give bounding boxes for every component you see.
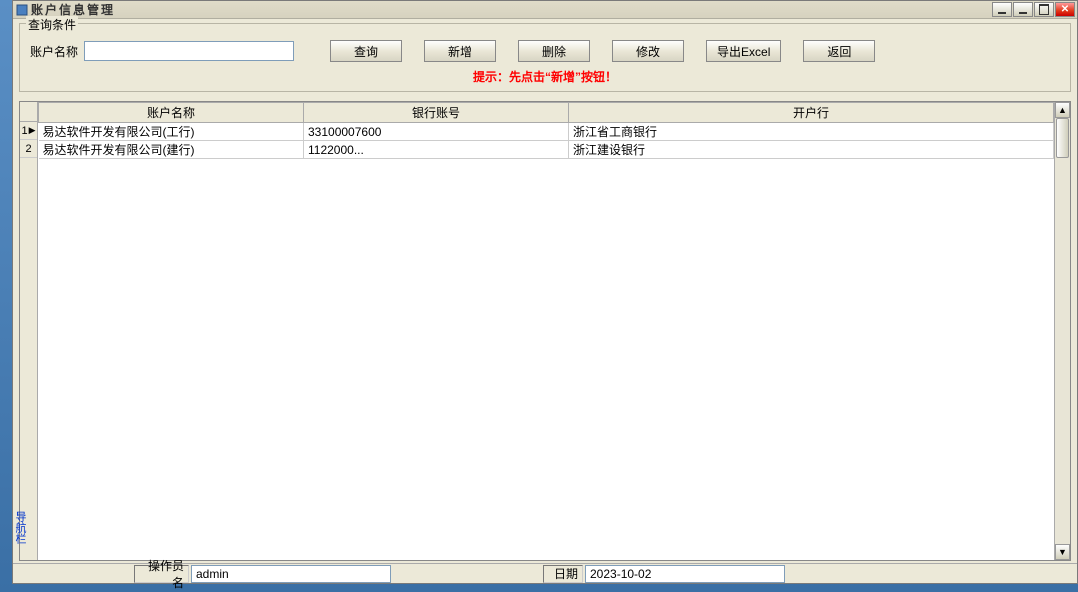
account-name-label: 账户名称 — [30, 43, 78, 60]
col-account-name[interactable]: 账户名称 — [39, 103, 304, 123]
col-bank-name[interactable]: 开户行 — [569, 103, 1054, 123]
vertical-scrollbar[interactable]: ▲ ▼ — [1054, 102, 1070, 560]
grid-body: 账户名称 银行账号 开户行 易达软件开发有限公司(工行) 33100007600… — [38, 102, 1054, 560]
cell-bank-account: 33100007600 — [304, 123, 569, 141]
cell-bank-account: 1122000... — [304, 141, 569, 159]
minimize-button-2[interactable] — [1013, 2, 1033, 17]
scroll-up-icon[interactable]: ▲ — [1055, 102, 1070, 118]
data-grid: 1▶ 2 账户名称 银行账号 开户行 易达软件开发有限公司(工行) — [19, 101, 1071, 561]
cell-bank-name: 浙江建设银行 — [569, 141, 1054, 159]
accounts-table: 账户名称 银行账号 开户行 易达软件开发有限公司(工行) 33100007600… — [38, 102, 1054, 159]
table-row[interactable]: 易达软件开发有限公司(建行) 1122000... 浙江建设银行 — [39, 141, 1054, 159]
app-window: 账户信息管理 ✕ 查询条件 账户名称 查询 新增 删除 修改 导出Exc — [12, 0, 1078, 584]
row-indicator[interactable]: 1▶ — [20, 122, 37, 140]
hint-text: 提示：先点击“新增”按钮！ — [24, 66, 1066, 87]
minimize-button[interactable] — [992, 2, 1012, 17]
side-nav-tab[interactable]: 导航栏 — [12, 511, 24, 561]
col-bank-account[interactable]: 银行账号 — [304, 103, 569, 123]
app-icon — [15, 3, 29, 17]
scroll-down-icon[interactable]: ▼ — [1055, 544, 1070, 560]
title-bar: 账户信息管理 ✕ — [13, 1, 1077, 19]
query-row: 账户名称 查询 新增 删除 修改 导出Excel 返回 — [24, 28, 1066, 66]
maximize-button[interactable] — [1034, 2, 1054, 17]
operator-value: admin — [191, 565, 391, 583]
side-nav-label: 导航栏 — [12, 511, 28, 544]
toolbar-area: 查询条件 账户名称 查询 新增 删除 修改 导出Excel 返回 提示：先点击“… — [13, 19, 1077, 94]
status-bar: 操作员名 admin 日期 2023-10-02 — [13, 563, 1077, 583]
date-label: 日期 — [543, 565, 583, 583]
account-name-input[interactable] — [84, 41, 294, 61]
search-button[interactable]: 查询 — [330, 40, 402, 62]
current-row-arrow-icon: ▶ — [29, 125, 36, 136]
row-indicator-header — [20, 102, 37, 122]
operator-label: 操作员名 — [134, 565, 189, 583]
delete-button[interactable]: 删除 — [518, 40, 590, 62]
query-group: 查询条件 账户名称 查询 新增 删除 修改 导出Excel 返回 提示：先点击“… — [19, 23, 1071, 92]
window-controls: ✕ — [992, 2, 1075, 17]
back-button[interactable]: 返回 — [803, 40, 875, 62]
row-indicators: 1▶ 2 — [20, 102, 38, 560]
window-title: 账户信息管理 — [31, 1, 992, 18]
cell-account-name: 易达软件开发有限公司(工行) — [39, 123, 304, 141]
export-button[interactable]: 导出Excel — [706, 40, 781, 62]
edit-button[interactable]: 修改 — [612, 40, 684, 62]
group-title: 查询条件 — [26, 16, 78, 33]
cell-bank-name: 浙江省工商银行 — [569, 123, 1054, 141]
table-row[interactable]: 易达软件开发有限公司(工行) 33100007600 浙江省工商银行 — [39, 123, 1054, 141]
table-header-row: 账户名称 银行账号 开户行 — [39, 103, 1054, 123]
close-button[interactable]: ✕ — [1055, 2, 1075, 17]
scroll-thumb[interactable] — [1056, 118, 1069, 158]
date-value: 2023-10-02 — [585, 565, 785, 583]
row-indicator[interactable]: 2 — [20, 140, 37, 158]
add-button[interactable]: 新增 — [424, 40, 496, 62]
cell-account-name: 易达软件开发有限公司(建行) — [39, 141, 304, 159]
